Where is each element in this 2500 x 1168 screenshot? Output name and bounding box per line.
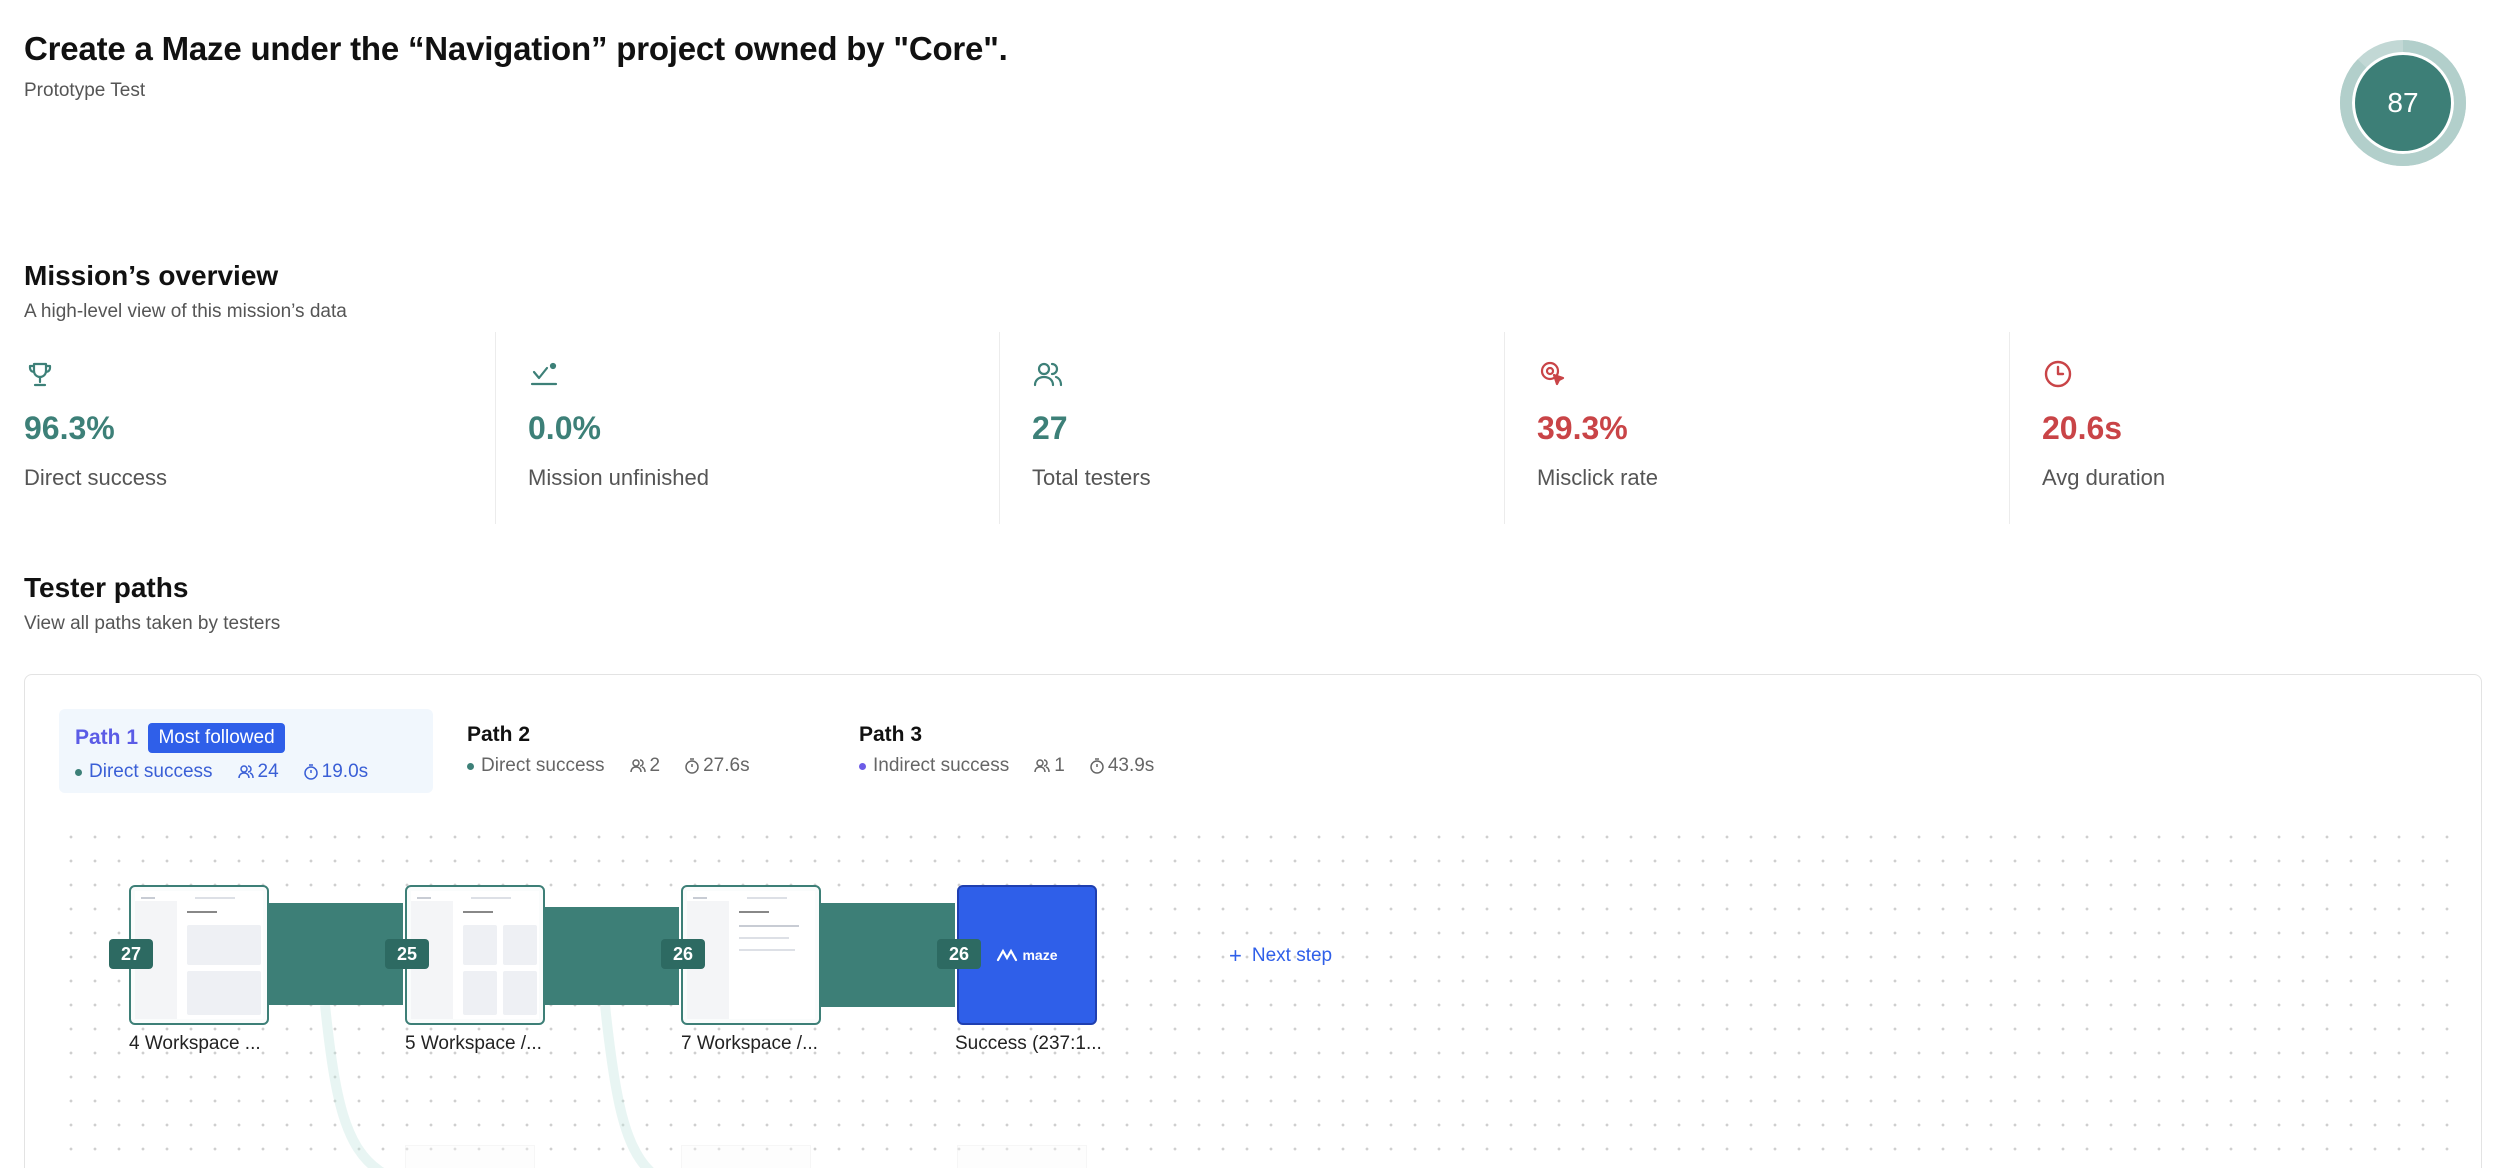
overview-subtitle: A high-level view of this mission’s data bbox=[24, 301, 347, 322]
flow-band bbox=[541, 907, 679, 1005]
stat-value: 39.3% bbox=[1537, 410, 1628, 446]
stat-value: 0.0% bbox=[528, 410, 601, 446]
step-label: Success (237:1... bbox=[955, 1033, 1102, 1054]
flow-band bbox=[265, 903, 403, 1005]
maze-logo-text: maze bbox=[1022, 947, 1058, 963]
clock-icon bbox=[2044, 360, 2072, 388]
paths-card: Path 1 Most followed Direct success 24 1… bbox=[24, 674, 2482, 1168]
stat-mission-unfinished: 0.0% Mission unfinished bbox=[496, 332, 1000, 524]
bail-out-icon bbox=[530, 362, 558, 386]
misclick-icon bbox=[1540, 361, 1565, 386]
page-subtitle: Prototype Test bbox=[24, 80, 146, 101]
header: Create a Maze under the “Navigation” pro… bbox=[24, 30, 1008, 102]
stats-row: 96.3% Direct success 0.0% Mission unfini… bbox=[0, 332, 2500, 524]
maze-logo-icon bbox=[997, 948, 1018, 962]
plus-icon: + bbox=[1229, 943, 1242, 968]
next-step-label: Next step bbox=[1251, 945, 1333, 966]
stat-value: 96.3% bbox=[24, 410, 115, 446]
paths-subtitle: View all paths taken by testers bbox=[24, 613, 281, 634]
stat-value: 20.6s bbox=[2042, 410, 2123, 446]
stat-total-testers: 27 Total testers bbox=[1000, 332, 1505, 524]
step-tester-count: 25 bbox=[385, 939, 429, 969]
usability-score-ring: 87 bbox=[2340, 40, 2466, 166]
page-title: Create a Maze under the “Navigation” pro… bbox=[24, 30, 1008, 67]
paths-title: Tester paths bbox=[24, 572, 189, 603]
step-tester-count: 27 bbox=[109, 939, 153, 969]
flow-band bbox=[817, 903, 955, 1007]
stat-label: Avg duration bbox=[2042, 465, 2166, 490]
step-label: 7 Workspace /... bbox=[681, 1033, 818, 1054]
stat-label: Total testers bbox=[1032, 465, 1151, 490]
stat-direct-success: 96.3% Direct success bbox=[0, 332, 496, 524]
step-label: 5 Workspace /... bbox=[405, 1033, 542, 1054]
users-icon bbox=[1033, 362, 1063, 387]
trophy-icon bbox=[28, 362, 52, 387]
overview-title: Mission’s overview bbox=[24, 260, 279, 291]
secondary-path-thumbnail bbox=[681, 1145, 811, 1168]
step-label: 4 Workspace ... bbox=[129, 1033, 261, 1054]
path-flow-diagram: 27 4 Workspace ... 25 5 Workspace /... 2… bbox=[25, 675, 2481, 1168]
step-tester-count: 26 bbox=[937, 939, 981, 969]
usability-score: 87 bbox=[2387, 87, 2419, 118]
stat-value: 27 bbox=[1032, 410, 1068, 446]
stat-label: Direct success bbox=[24, 465, 168, 490]
step-tester-count: 26 bbox=[661, 939, 705, 969]
secondary-path-thumbnail bbox=[957, 1145, 1087, 1168]
stat-label: Mission unfinished bbox=[528, 465, 709, 490]
stat-label: Misclick rate bbox=[1537, 465, 1659, 490]
next-step-button[interactable]: + Next step bbox=[1229, 943, 1332, 969]
stat-misclick-rate: 39.3% Misclick rate bbox=[1505, 332, 2010, 524]
stat-avg-duration: 20.6s Avg duration bbox=[2010, 332, 2500, 524]
secondary-path-thumbnail bbox=[405, 1145, 535, 1168]
